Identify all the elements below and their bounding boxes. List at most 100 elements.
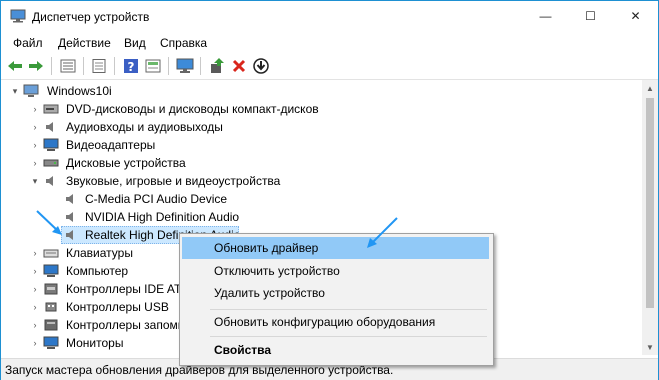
minimize-icon: — <box>539 9 552 23</box>
properties-button[interactable] <box>90 57 108 75</box>
tree-item-label: Контроллеры запоминающих устройств <box>66 318 181 332</box>
speaker-icon <box>66 212 73 222</box>
expand-icon[interactable]: › <box>30 244 40 262</box>
minimize-button[interactable]: — <box>523 1 568 31</box>
dvd-icon <box>43 104 59 114</box>
keyboard-icon <box>43 249 59 258</box>
back-icon <box>8 61 22 71</box>
sound-icon <box>46 176 53 186</box>
toolbar-separator <box>168 57 169 75</box>
back-button[interactable] <box>6 57 24 75</box>
tree-item-display[interactable]: › Видеоадаптеры <box>1 136 351 154</box>
monitor-button[interactable] <box>176 57 194 75</box>
list-view-icon <box>60 59 76 73</box>
computer-icon <box>43 264 59 277</box>
toolbar-separator <box>83 57 84 75</box>
tree-item-label: C-Media PCI Audio Device <box>85 192 228 206</box>
menu-view[interactable]: Вид <box>124 36 146 50</box>
ide-icon <box>44 283 58 295</box>
computer-icon <box>23 84 39 97</box>
menu-separator <box>210 336 487 337</box>
tree-item-keyboards[interactable]: › Клавиатуры <box>1 244 181 262</box>
expand-icon[interactable]: › <box>30 298 40 316</box>
uninstall-device-menu-item[interactable]: Удалить устройство <box>182 282 489 304</box>
tree-item-cmedia[interactable]: C-Media PCI Audio Device <box>1 190 301 208</box>
tree-item-audio-io[interactable]: › Аудиовходы и аудиовыходы <box>1 118 351 136</box>
tree-root-label: Windows10i <box>47 84 112 98</box>
tree-item-dvd[interactable]: › DVD-дисководы и дисководы компакт-диск… <box>1 100 351 118</box>
properties-menu-item[interactable]: Свойства <box>182 339 489 361</box>
maximize-button[interactable]: ☐ <box>568 1 613 31</box>
tree-item-nvidia-audio[interactable]: NVIDIA High Definition Audio <box>1 208 301 226</box>
tree-item-computer[interactable]: › Компьютер <box>1 262 181 280</box>
menu-bar: Файл Действие Вид Справка <box>1 33 658 53</box>
tree-item-ide[interactable]: › Контроллеры IDE ATA/ATAPI <box>1 280 182 298</box>
tree-item-label: Дисковые устройства <box>66 156 186 170</box>
disable-button[interactable] <box>252 57 270 75</box>
tree-item-disks[interactable]: › Дисковые устройства <box>1 154 351 172</box>
toolbar-separator <box>114 57 115 75</box>
collapse-icon[interactable]: ▾ <box>30 172 40 190</box>
expand-icon[interactable]: › <box>30 280 40 298</box>
toolbar-separator <box>200 57 201 75</box>
tree-item-sound[interactable]: ▾ Звуковые, игровые и видеоустройства <box>1 172 351 190</box>
expand-icon[interactable]: › <box>30 100 40 118</box>
expand-icon[interactable]: › <box>30 118 40 136</box>
expand-icon[interactable]: › <box>30 316 40 334</box>
usb-icon <box>45 302 57 312</box>
tree-item-label: Клавиатуры <box>66 246 133 260</box>
tree-item-label: Видеоадаптеры <box>66 138 156 152</box>
tree-item-label: Аудиовходы и аудиовыходы <box>66 120 223 134</box>
expand-icon[interactable]: › <box>30 334 40 352</box>
tree-item-label: Мониторы <box>66 336 124 350</box>
scan-hardware-button[interactable] <box>144 57 162 75</box>
menu-file[interactable]: Файл <box>13 36 43 50</box>
expand-icon[interactable]: › <box>30 262 40 280</box>
monitor-icon <box>43 336 59 349</box>
speaker-icon <box>66 230 73 240</box>
disable-device-menu-item[interactable]: Отключить устройство <box>182 260 489 282</box>
toolbar-separator <box>51 57 52 75</box>
collapse-icon[interactable]: ▾ <box>10 82 20 100</box>
context-menu: Обновить драйвер Отключить устройство Уд… <box>179 233 494 366</box>
expand-icon[interactable]: › <box>30 154 40 172</box>
audio-io-icon <box>46 122 53 132</box>
svg-text:?: ? <box>128 60 135 74</box>
expand-icon[interactable]: › <box>30 136 40 154</box>
download-icon <box>253 58 269 74</box>
menu-separator <box>210 309 487 310</box>
window-title: Диспетчер устройств <box>32 10 150 24</box>
uninstall-icon <box>232 59 246 73</box>
tree-item-label: NVIDIA High Definition Audio <box>85 210 240 224</box>
properties-icon <box>92 59 106 73</box>
menu-action[interactable]: Действие <box>58 36 111 50</box>
scan-hardware-menu-item[interactable]: Обновить конфигурацию оборудования <box>182 311 489 333</box>
uninstall-button[interactable] <box>230 57 248 75</box>
display-adapter-icon <box>43 138 59 151</box>
help-button[interactable]: ? <box>122 57 140 75</box>
close-button[interactable]: ✕ <box>613 1 658 31</box>
update-driver-icon <box>211 58 224 73</box>
forward-button[interactable] <box>27 57 45 75</box>
close-icon: ✕ <box>630 9 641 23</box>
scroll-down-icon[interactable]: ▼ <box>642 339 658 355</box>
tree-item-usb[interactable]: › Контроллеры USB <box>1 298 181 316</box>
tree-root[interactable]: ▾ Windows10i <box>1 82 301 100</box>
storage-icon <box>44 319 58 331</box>
tree-item-label: Компьютер <box>66 264 129 278</box>
show-hidden-button[interactable] <box>59 57 77 75</box>
scroll-up-icon[interactable]: ▲ <box>642 80 658 96</box>
tree-item-label: Звуковые, игровые и видеоустройства <box>66 174 281 188</box>
scroll-thumb[interactable] <box>646 98 654 308</box>
update-driver-menu-item[interactable]: Обновить драйвер <box>182 237 489 259</box>
monitor-icon <box>176 58 194 73</box>
tree-item-label: Контроллеры IDE ATA/ATAPI <box>66 282 181 296</box>
tree-item-storage[interactable]: › Контроллеры запоминающих устройств <box>1 316 182 334</box>
vertical-scrollbar[interactable]: ▲ ▼ <box>642 80 658 355</box>
device-manager-icon <box>10 9 26 23</box>
toolbar: ? <box>1 53 658 80</box>
tree-item-monitors[interactable]: › Мониторы <box>1 334 181 352</box>
disk-icon <box>43 159 59 167</box>
menu-help[interactable]: Справка <box>160 36 207 50</box>
update-driver-button[interactable] <box>208 57 226 75</box>
